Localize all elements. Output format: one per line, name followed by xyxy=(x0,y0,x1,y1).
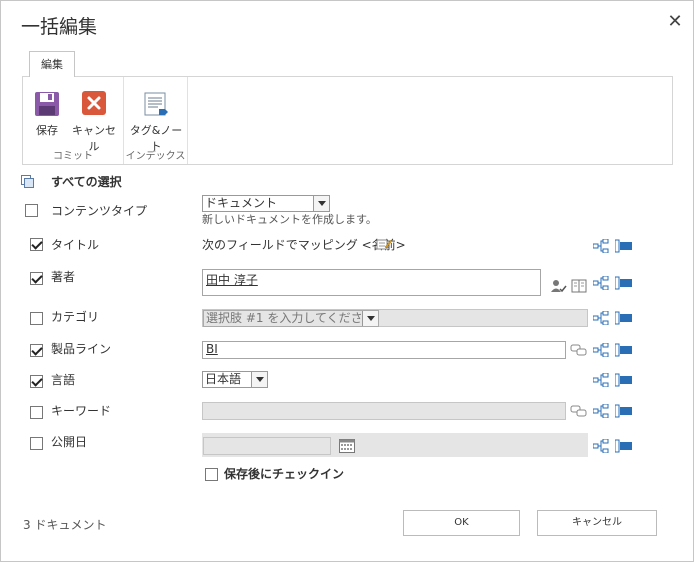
author-label: 著者 xyxy=(51,270,76,284)
product-line-input[interactable]: BI xyxy=(202,341,566,359)
checkin-label: 保存後にチェックイン xyxy=(224,467,345,481)
category-label: カテゴリ xyxy=(51,310,100,324)
properties-icon[interactable] xyxy=(614,373,633,387)
select-all-icon[interactable] xyxy=(21,175,35,188)
ribbon-group-commit: 保存 キャンセル コミット xyxy=(23,77,124,164)
ribbon-group-index: タグ&ノート インデックス xyxy=(124,77,188,164)
tags-notes-icon xyxy=(143,91,169,117)
title-checkbox[interactable] xyxy=(30,238,43,251)
content-type-checkbox[interactable] xyxy=(25,204,38,217)
product-line-checkbox[interactable] xyxy=(30,344,43,357)
product-line-value: BI xyxy=(206,342,218,356)
keywords-checkbox[interactable] xyxy=(30,406,43,419)
cancel-button[interactable]: キャンセル xyxy=(537,510,657,536)
ribbon: 保存 キャンセル コミット タグ&ノート インデックス xyxy=(22,76,673,165)
sitemap-icon[interactable] xyxy=(592,403,611,419)
tags-notes-button[interactable]: タグ&ノート xyxy=(128,83,184,153)
title-label: タイトル xyxy=(51,238,100,252)
save-label: 保存 xyxy=(36,124,58,137)
publish-date-input[interactable] xyxy=(203,437,331,455)
publish-date-checkbox[interactable] xyxy=(30,437,43,450)
category-checkbox[interactable] xyxy=(30,312,43,325)
language-checkbox[interactable] xyxy=(30,375,43,388)
dialog-title: 一括編集 xyxy=(21,16,98,38)
ok-button[interactable]: OK xyxy=(403,510,520,536)
checkin-checkbox[interactable] xyxy=(205,468,218,481)
document-count: 3 ドキュメント xyxy=(23,518,107,532)
content-type-label: コンテンツタイプ xyxy=(51,204,148,218)
save-button[interactable]: 保存 xyxy=(29,83,65,141)
group-label-index: インデックス xyxy=(125,151,186,162)
content-type-select[interactable]: ドキュメント xyxy=(202,195,330,212)
category-container: 選択肢 #1 を入力してください xyxy=(202,309,588,327)
calendar-icon[interactable] xyxy=(339,439,355,453)
publish-date-container xyxy=(202,433,588,457)
category-select[interactable]: 選択肢 #1 を入力してください xyxy=(203,310,379,327)
save-icon xyxy=(34,91,60,117)
select-all-label[interactable]: すべての選択 xyxy=(51,173,122,190)
address-book-icon[interactable] xyxy=(571,279,587,293)
properties-icon[interactable] xyxy=(614,311,633,325)
sitemap-icon[interactable] xyxy=(592,275,611,291)
category-value: 選択肢 #1 を入力してください xyxy=(206,311,375,325)
cancel-ribbon-button[interactable]: キャンセル xyxy=(69,83,119,153)
author-checkbox[interactable] xyxy=(30,272,43,285)
sitemap-icon[interactable] xyxy=(592,372,611,388)
chevron-down-icon xyxy=(313,196,329,211)
properties-icon[interactable] xyxy=(614,439,633,453)
check-names-icon[interactable] xyxy=(551,279,567,293)
properties-icon[interactable] xyxy=(614,276,633,290)
language-label: 言語 xyxy=(51,373,76,387)
properties-icon[interactable] xyxy=(614,343,633,357)
chevron-down-icon xyxy=(251,372,267,387)
sitemap-icon[interactable] xyxy=(592,238,611,254)
chevron-down-icon xyxy=(362,311,378,326)
language-select[interactable]: 日本語 xyxy=(202,371,268,388)
properties-icon[interactable] xyxy=(614,404,633,418)
properties-icon[interactable] xyxy=(614,239,633,253)
close-icon[interactable]: ✕ xyxy=(665,12,685,32)
sitemap-icon[interactable] xyxy=(592,438,611,454)
cancel-x-icon xyxy=(81,91,107,117)
publish-date-label: 公開日 xyxy=(51,435,88,449)
content-type-value: ドキュメント xyxy=(205,196,278,210)
content-type-hint: 新しいドキュメントを作成します。 xyxy=(202,213,377,226)
keywords-input[interactable] xyxy=(202,402,566,420)
tab-edit[interactable]: 編集 xyxy=(29,51,75,77)
group-label-commit: コミット xyxy=(53,151,93,162)
keywords-label: キーワード xyxy=(51,404,112,418)
author-value: 田中 淳子 xyxy=(206,273,258,287)
browse-terms-icon[interactable] xyxy=(570,404,588,418)
product-line-label: 製品ライン xyxy=(51,342,112,356)
edit-pencil-icon[interactable] xyxy=(376,237,394,251)
author-input[interactable]: 田中 淳子 xyxy=(202,269,541,296)
bulk-edit-dialog: 一括編集 ✕ 編集 保存 キャンセル コミット タグ&ノート インデックス すべ… xyxy=(0,0,694,562)
browse-terms-icon[interactable] xyxy=(570,343,588,357)
sitemap-icon[interactable] xyxy=(592,310,611,326)
sitemap-icon[interactable] xyxy=(592,342,611,358)
language-value: 日本語 xyxy=(205,372,242,386)
